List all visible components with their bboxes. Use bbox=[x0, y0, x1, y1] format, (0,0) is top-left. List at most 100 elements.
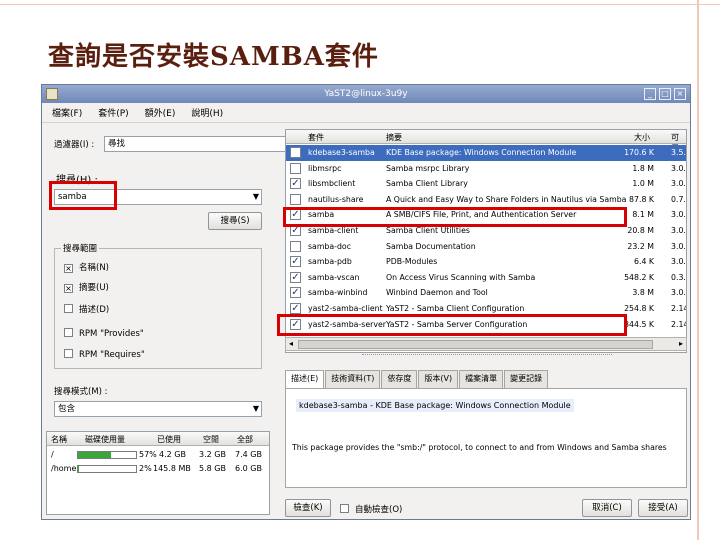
package-checkbox[interactable]: ✓ bbox=[290, 287, 301, 299]
disk-col-usage: 磁碟使用量 bbox=[85, 435, 125, 444]
package-checkbox[interactable] bbox=[290, 193, 301, 205]
package-summary: On Access Virus Scanning with Samba bbox=[386, 272, 536, 282]
minimize-icon[interactable]: _ bbox=[644, 88, 656, 100]
scope-summary-checkbox[interactable]: × 摘要(U) bbox=[64, 281, 109, 293]
table-row[interactable]: / 57% 4.2 GB 3.2 GB 7.4 GB bbox=[47, 448, 269, 462]
package-version: 3.0. bbox=[671, 226, 686, 235]
package-checkbox[interactable] bbox=[290, 147, 301, 158]
scope-name-checkbox[interactable]: × 名稱(N) bbox=[64, 261, 109, 273]
disk-col-total: 全部 bbox=[237, 435, 253, 444]
disk-usage-fill bbox=[78, 466, 80, 472]
description-title: kdebase3-samba - KDE Base package: Windo… bbox=[296, 399, 574, 412]
table-row[interactable]: ✓ samba A SMB/CIFS File, Print, and Authen… bbox=[286, 207, 686, 223]
package-name: libmsrpc bbox=[308, 163, 342, 173]
package-size: 548.2 K bbox=[624, 272, 654, 282]
scope-description-checkbox[interactable]: 描述(D) bbox=[64, 303, 109, 315]
accept-button[interactable]: 接受(A) bbox=[638, 499, 688, 517]
package-checkbox[interactable]: ✓ bbox=[290, 209, 301, 221]
table-row[interactable]: ✓ samba-vscan On Access Virus Scanning wit… bbox=[286, 270, 686, 286]
tab-versions[interactable]: 版本(V) bbox=[418, 370, 459, 388]
package-table-header: 套件 摘要 大小 可用 bbox=[286, 130, 686, 153]
package-summary: PDB-Modules bbox=[386, 257, 438, 267]
scope-name-label: 名稱(N) bbox=[79, 263, 109, 273]
table-row[interactable]: ✓ yast2-samba-client YaST2 - Samba Client … bbox=[286, 301, 686, 317]
tab-technical[interactable]: 技術資料(T) bbox=[325, 370, 381, 388]
autocheck-checkbox[interactable]: 自動檢查(O) bbox=[340, 503, 402, 515]
col-package[interactable]: 套件 bbox=[308, 132, 324, 143]
package-size: 8.1 M bbox=[632, 210, 654, 220]
package-summary: KDE Base package: Windows Connection Mod… bbox=[386, 148, 577, 157]
menu-extra[interactable]: 額外(E) bbox=[145, 105, 176, 122]
scope-requires-checkbox[interactable]: RPM "Requires" bbox=[64, 349, 145, 360]
package-size: 170.6 K bbox=[624, 148, 654, 157]
menu-file[interactable]: 檔案(F) bbox=[52, 105, 82, 122]
package-hscrollbar[interactable]: ◂ ▸ bbox=[285, 337, 687, 351]
table-row[interactable]: libmsrpc Samba msrpc Library 1.8 M 3.0. bbox=[286, 161, 686, 177]
table-row[interactable]: ✓ samba-pdb PDB-Modules 6.4 K 3.0. bbox=[286, 254, 686, 270]
package-size: 1.0 M bbox=[632, 179, 654, 189]
table-row[interactable]: /home 2% 145.8 MB 5.8 GB 6.0 GB bbox=[47, 462, 269, 476]
search-button[interactable]: 搜尋(S) bbox=[208, 212, 262, 230]
table-row[interactable]: ✓ yast2-samba-server YaST2 - Samba Server … bbox=[286, 317, 686, 333]
package-checkbox[interactable]: ✓ bbox=[290, 178, 301, 190]
table-row[interactable]: nautilus-share A Quick and Easy Way to Sh… bbox=[286, 192, 686, 208]
package-version: 0.3. bbox=[671, 272, 686, 282]
package-checkbox[interactable] bbox=[290, 240, 301, 252]
package-checkbox[interactable]: ✓ bbox=[290, 318, 301, 330]
package-summary: Samba msrpc Library bbox=[386, 163, 470, 173]
package-summary: YaST2 - Samba Server Configuration bbox=[386, 319, 528, 329]
pane-splitter[interactable] bbox=[362, 354, 612, 355]
table-row[interactable]: ✓ libsmbclient Samba Client Library 1.0 M 3.… bbox=[286, 176, 686, 192]
package-name: samba-doc bbox=[308, 241, 351, 251]
table-row[interactable]: ✓ samba-client Samba Client Utilities 20.8 … bbox=[286, 223, 686, 239]
tab-file-list[interactable]: 檔案清單 bbox=[459, 370, 504, 388]
slide-title: 查詢是否安裝SAMBA套件 bbox=[48, 42, 379, 72]
package-checkbox[interactable]: ✓ bbox=[290, 225, 301, 236]
package-checkbox[interactable]: ✓ bbox=[290, 303, 301, 314]
package-checkbox[interactable] bbox=[290, 162, 301, 174]
package-size: 3.8 M bbox=[632, 288, 654, 298]
col-size[interactable]: 大小 bbox=[634, 132, 650, 143]
table-row[interactable]: ✓ samba-winbind Winbind Daemon and Tool 3.8… bbox=[286, 285, 686, 301]
menu-help[interactable]: 說明(H) bbox=[191, 105, 223, 122]
package-version: 3.0. bbox=[671, 210, 686, 220]
maximize-icon[interactable]: □ bbox=[659, 88, 671, 100]
search-mode-value: 包含 bbox=[58, 404, 76, 414]
check-button[interactable]: 檢查(K) bbox=[285, 499, 331, 517]
package-name: samba bbox=[308, 210, 335, 220]
checkbox-icon bbox=[64, 304, 73, 313]
tab-description[interactable]: 描述(E) bbox=[285, 370, 325, 389]
menu-bar: 檔案(F) 套件(P) 額外(E) 說明(H) bbox=[42, 105, 690, 123]
package-checkbox[interactable]: ✓ bbox=[290, 256, 301, 268]
scope-provides-checkbox[interactable]: RPM "Provides" bbox=[64, 328, 144, 339]
close-icon[interactable]: × bbox=[674, 88, 686, 100]
package-version: 3.0. bbox=[671, 257, 686, 267]
package-checkbox[interactable]: ✓ bbox=[290, 271, 301, 283]
cancel-button[interactable]: 取消(C) bbox=[582, 499, 632, 517]
table-row[interactable]: kdebase3-samba KDE Base package: Windows … bbox=[286, 145, 686, 161]
package-name: samba-winbind bbox=[308, 288, 368, 298]
filter-select[interactable]: 尋找 ▼ bbox=[104, 136, 294, 152]
disk-total: 6.0 GB bbox=[235, 464, 262, 473]
scroll-left-icon[interactable]: ◂ bbox=[286, 338, 296, 350]
package-size: 87.8 K bbox=[629, 194, 654, 204]
package-size: 344.5 K bbox=[624, 319, 654, 329]
tab-dependencies[interactable]: 依存度 bbox=[381, 370, 418, 388]
package-table: 套件 摘要 大小 可用 kdebase3-samba KDE Base packa… bbox=[285, 129, 687, 353]
package-version: 3.5. bbox=[671, 148, 686, 157]
package-summary: A SMB/CIFS File, Print, and Authenticati… bbox=[386, 210, 577, 220]
search-input[interactable]: samba ▼ bbox=[54, 189, 262, 205]
chevron-down-icon: ▼ bbox=[252, 192, 259, 201]
menu-package[interactable]: 套件(P) bbox=[98, 105, 128, 122]
window-titlebar: YaST2@linux-3u9y _ □ × bbox=[42, 85, 690, 103]
tab-changelog[interactable]: 變更記錄 bbox=[504, 370, 549, 388]
scrollbar-thumb[interactable] bbox=[298, 340, 653, 349]
scroll-right-icon[interactable]: ▸ bbox=[676, 338, 686, 350]
disk-col-free: 空閒 bbox=[203, 435, 219, 444]
col-summary[interactable]: 摘要 bbox=[386, 132, 402, 143]
slide-border-right bbox=[697, 0, 699, 540]
table-row[interactable]: samba-doc Samba Documentation 23.2 M 3.0. bbox=[286, 239, 686, 255]
search-mode-select[interactable]: 包含 ▼ bbox=[54, 401, 262, 417]
package-name: samba-pdb bbox=[308, 257, 352, 267]
package-name: samba-client bbox=[308, 226, 359, 235]
